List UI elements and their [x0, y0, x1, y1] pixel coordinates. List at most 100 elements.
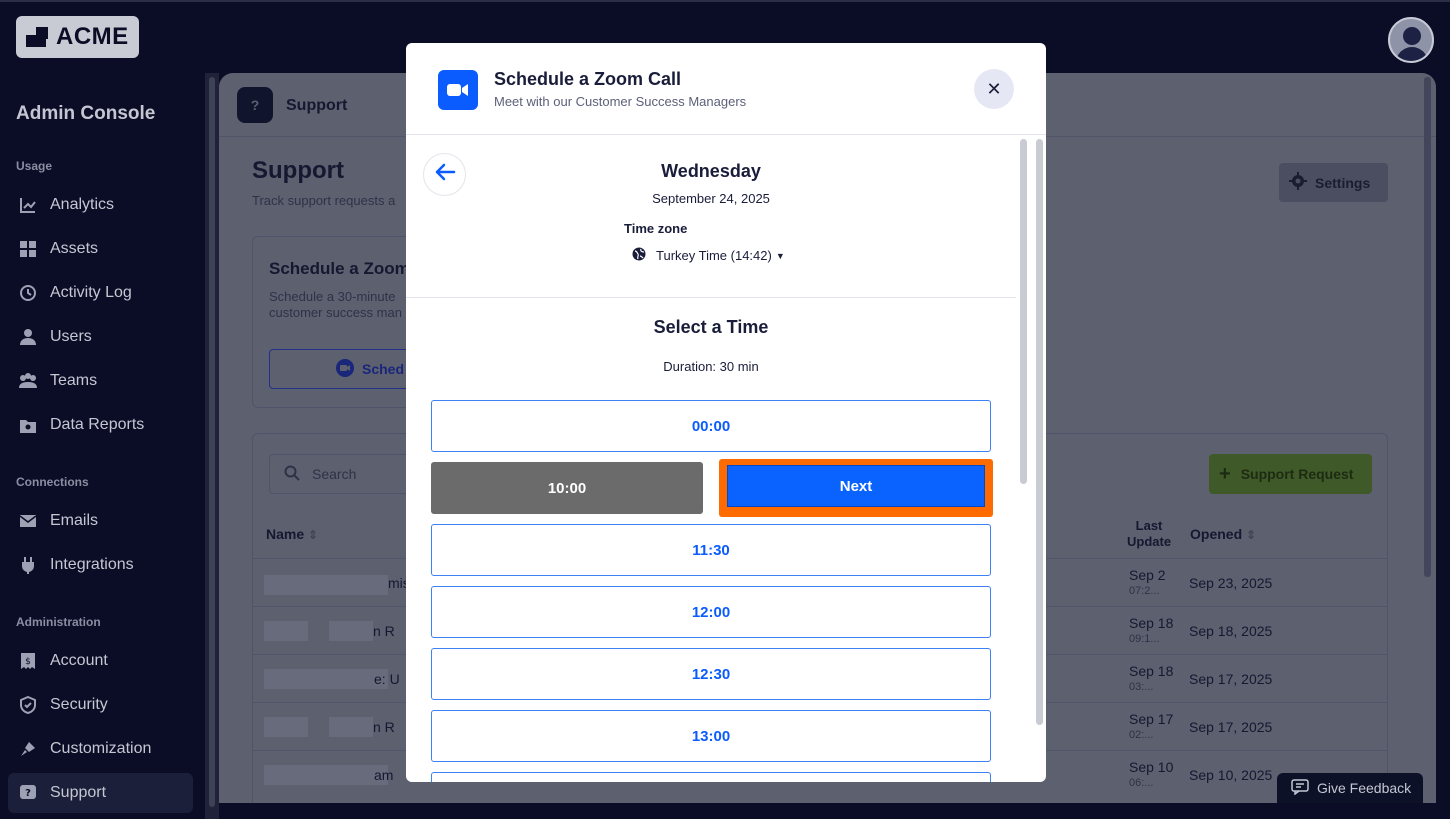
- search-placeholder: Search: [312, 466, 357, 482]
- plus-icon: +: [1219, 463, 1231, 485]
- shield-icon: [18, 695, 38, 715]
- feedback-icon: [1291, 778, 1309, 798]
- sidebar-item-label: Analytics: [50, 196, 115, 213]
- sidebar-item-label: Security: [50, 696, 108, 713]
- settings-button[interactable]: Settings: [1279, 163, 1388, 202]
- time-slot-button[interactable]: 11:30: [431, 524, 991, 576]
- sidebar-item-account[interactable]: $ Account: [8, 641, 193, 681]
- logo-text: ACME: [56, 23, 129, 50]
- page-title: Support: [252, 157, 344, 184]
- next-button[interactable]: Next: [727, 465, 985, 507]
- selected-date: September 24, 2025: [652, 191, 770, 206]
- sidebar-title: Admin Console: [16, 103, 156, 124]
- logo-mark-icon: [26, 25, 52, 49]
- sidebar-item-label: Data Reports: [50, 416, 145, 433]
- gear-icon: [1289, 172, 1307, 193]
- sort-icon: ⇕: [1246, 528, 1257, 542]
- time-slot-button[interactable]: 00:00: [431, 400, 991, 452]
- section-label-connections: Connections: [16, 475, 89, 489]
- select-time-title: Select a Time: [653, 317, 769, 337]
- time-slot-button[interactable]: 12:30: [431, 648, 991, 700]
- settings-label: Settings: [1315, 174, 1371, 191]
- sidebar-item-label: Assets: [50, 240, 99, 257]
- sidebar-item-analytics[interactable]: Analytics: [8, 185, 193, 225]
- zoom-icon: [336, 358, 354, 380]
- modal-body: Wednesday September 24, 2025 Time zone T…: [406, 135, 1016, 782]
- sidebar-item-label: Teams: [50, 372, 98, 389]
- user-avatar[interactable]: [1388, 17, 1434, 63]
- selected-day: Wednesday: [661, 161, 761, 181]
- sidebar-item-assets[interactable]: Assets: [8, 229, 193, 269]
- caret-down-icon: ▼: [775, 250, 785, 261]
- header-label: Support: [286, 97, 348, 114]
- sidebar-item-label: Support: [50, 784, 107, 801]
- duration-label: Duration: 30 min: [663, 359, 759, 374]
- sidebar-item-users[interactable]: Users: [8, 317, 193, 357]
- zoom-card-title: Schedule a Zoom: [269, 259, 410, 278]
- history-icon: [18, 283, 38, 303]
- mail-icon: [18, 511, 38, 531]
- sidebar-item-integrations[interactable]: Integrations: [8, 545, 193, 585]
- sidebar: Admin Console Usage Analytics Assets Act…: [0, 70, 205, 819]
- section-label-administration: Administration: [16, 615, 101, 629]
- acme-logo[interactable]: ACME: [16, 16, 139, 58]
- modal-title: Schedule a Zoom Call: [494, 69, 682, 89]
- chart-icon: [18, 195, 38, 215]
- page-subtitle: Track support requests a: [252, 193, 396, 208]
- time-slot-button[interactable]: 12:00: [431, 586, 991, 638]
- brush-icon: [18, 739, 38, 759]
- column-header-last-update[interactable]: Last Update: [1127, 518, 1171, 550]
- support-header-icon: ?: [237, 87, 273, 123]
- main-scrollbar[interactable]: [1420, 73, 1436, 803]
- close-button[interactable]: ✕: [974, 69, 1014, 109]
- user-icon: [18, 327, 38, 347]
- sidebar-item-label: Users: [50, 328, 92, 345]
- sidebar-item-label: Activity Log: [50, 284, 132, 301]
- sidebar-item-security[interactable]: Security: [8, 685, 193, 725]
- report-icon: [18, 415, 38, 435]
- schedule-zoom-modal: Schedule a Zoom Call Meet with our Custo…: [406, 43, 1046, 782]
- search-input[interactable]: Search: [269, 454, 429, 494]
- divider: [406, 297, 1016, 298]
- sidebar-item-support[interactable]: ? Support: [8, 773, 193, 813]
- svg-text:$: $: [25, 657, 31, 667]
- modal-header: Schedule a Zoom Call Meet with our Custo…: [406, 43, 1046, 135]
- team-icon: [18, 371, 38, 391]
- globe-icon: [632, 247, 646, 264]
- svg-text:?: ?: [25, 788, 31, 799]
- timezone-select[interactable]: Turkey Time (14:42) ▼: [632, 247, 785, 264]
- give-feedback-button[interactable]: Give Feedback: [1277, 773, 1423, 803]
- sidebar-scrollbar[interactable]: [205, 73, 219, 819]
- selected-time-slot[interactable]: 10:00: [431, 462, 703, 514]
- timezone-label: Time zone: [624, 221, 688, 236]
- support-request-label: Support Request: [1240, 466, 1354, 482]
- column-header-opened[interactable]: Opened ⇕: [1190, 526, 1256, 542]
- feedback-label: Give Feedback: [1317, 780, 1412, 796]
- invoice-icon: $: [18, 651, 38, 671]
- sidebar-item-teams[interactable]: Teams: [8, 361, 193, 401]
- close-icon: ✕: [986, 78, 1002, 99]
- search-icon: [284, 465, 300, 484]
- timezone-value: Turkey Time (14:42): [656, 248, 772, 263]
- sidebar-item-label: Customization: [50, 740, 152, 757]
- time-slot-button-partial[interactable]: [431, 772, 991, 782]
- support-request-button[interactable]: + Support Request: [1209, 454, 1372, 494]
- sidebar-item-activity-log[interactable]: Activity Log: [8, 273, 193, 313]
- sidebar-item-customization[interactable]: Customization: [8, 729, 193, 769]
- next-button-highlight: Next: [719, 459, 993, 517]
- sidebar-item-data-reports[interactable]: Data Reports: [8, 405, 193, 445]
- section-label-usage: Usage: [16, 159, 53, 173]
- sidebar-item-label: Emails: [50, 512, 99, 529]
- column-header-name[interactable]: Name ⇕: [266, 526, 318, 542]
- sidebar-item-label: Account: [50, 652, 108, 669]
- modal-scrollbar[interactable]: [1016, 135, 1046, 782]
- plug-icon: [18, 555, 38, 575]
- sort-icon: ⇕: [308, 528, 319, 542]
- zoom-call-card: Schedule a Zoom Schedule a 30-minute cus…: [252, 236, 469, 408]
- time-slot-button[interactable]: 13:00: [431, 710, 991, 762]
- sidebar-item-label: Integrations: [50, 556, 134, 573]
- sidebar-item-emails[interactable]: Emails: [8, 501, 193, 541]
- modal-subtitle: Meet with our Customer Success Managers: [494, 94, 747, 109]
- grid-icon: [18, 239, 38, 259]
- zoom-icon: [438, 70, 478, 110]
